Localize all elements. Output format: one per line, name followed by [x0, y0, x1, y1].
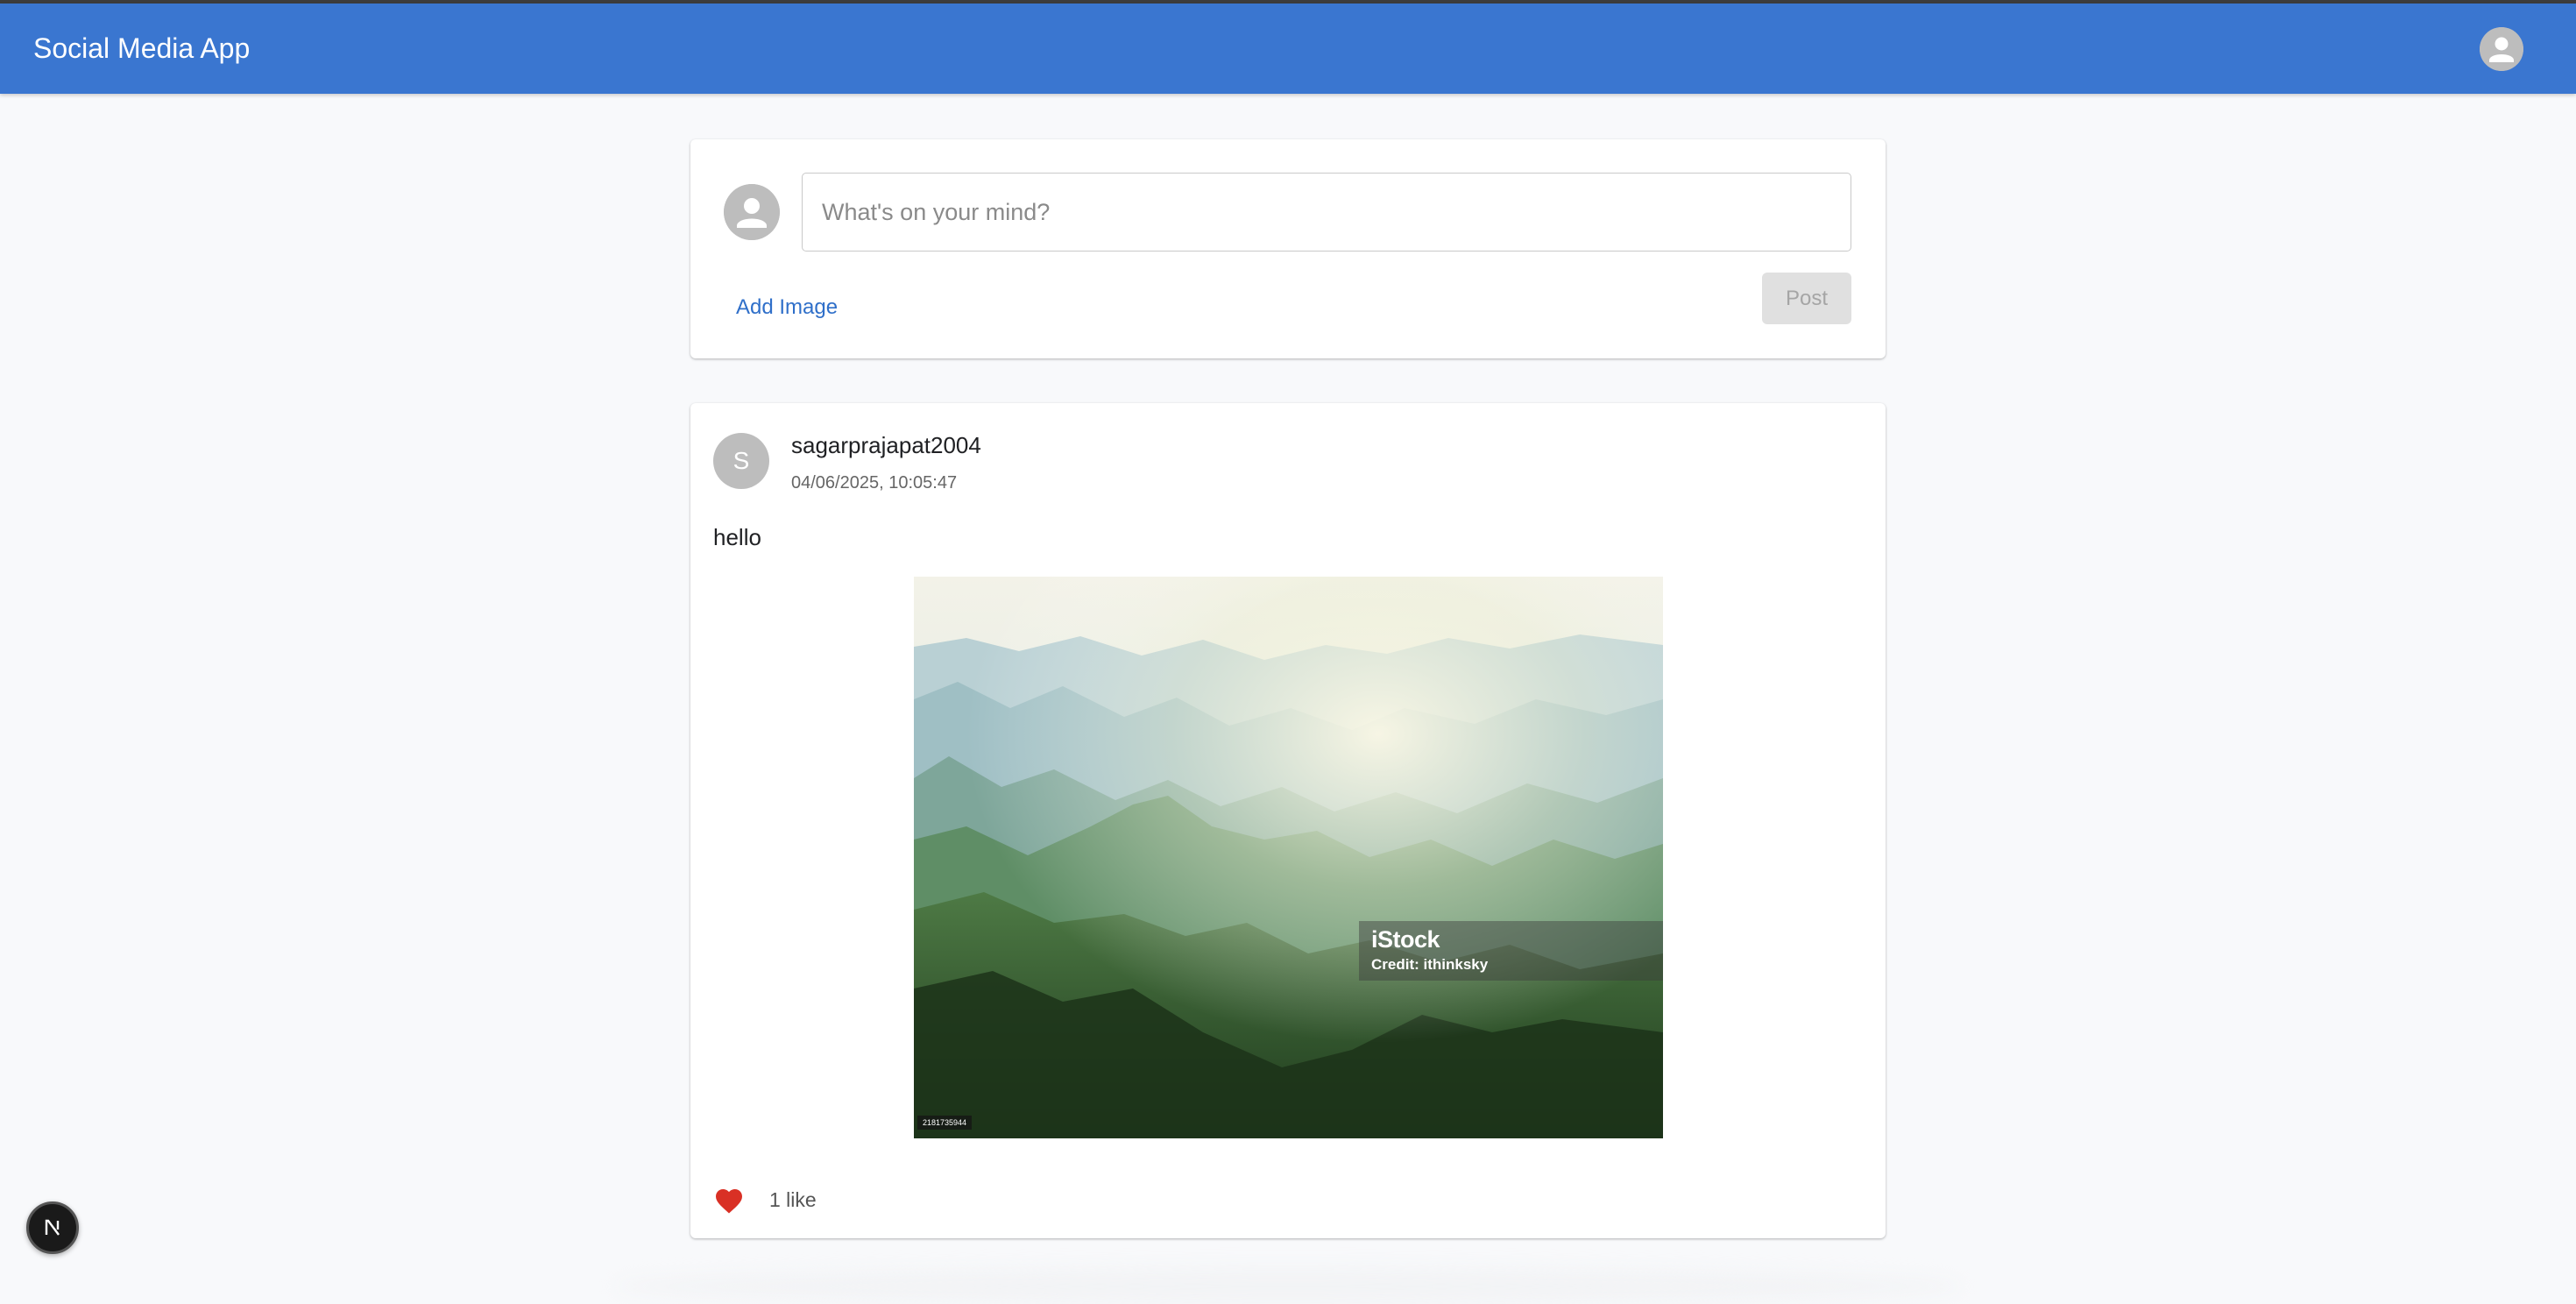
next-post-card-shadow — [613, 1269, 1963, 1304]
account-circle-icon — [2480, 27, 2523, 71]
post-timestamp: 04/06/2025, 10:05:47 — [791, 473, 958, 493]
like-count: 1 like — [769, 1188, 817, 1211]
mountain-landscape-image — [914, 577, 1663, 1138]
like-button[interactable] — [713, 1185, 745, 1215]
watermark: iStock Credit: ithinksky — [1359, 921, 1663, 981]
app-title: Social Media App — [33, 32, 251, 64]
app-bar: Social Media App — [0, 4, 2576, 94]
nextjs-logo-icon — [45, 1219, 60, 1236]
add-image-button[interactable]: Add Image — [736, 287, 838, 329]
account-avatar-button[interactable] — [2480, 27, 2523, 71]
post-card: S sagarprajapat2004 04/06/2025, 10:05:47… — [690, 403, 1886, 1238]
watermark-brand: iStock — [1371, 926, 1440, 953]
watermark-credit: Credit: ithinksky — [1371, 956, 1489, 973]
image-id-label: 2181735944 — [917, 1116, 973, 1130]
account-circle-icon — [724, 184, 780, 240]
nextjs-dev-badge[interactable] — [26, 1201, 79, 1254]
author-name: sagarprajapat2004 — [791, 432, 981, 458]
post-image: iStock Credit: ithinksky 2181735944 — [914, 577, 1663, 1138]
author-avatar: S — [713, 433, 769, 489]
post-text-input[interactable] — [802, 173, 1851, 252]
post-text: hello — [713, 524, 761, 550]
heart-icon — [716, 1189, 742, 1214]
post-button[interactable]: Post — [1762, 273, 1851, 324]
post-composer: Add Image Post — [690, 139, 1886, 358]
composer-avatar — [724, 184, 780, 240]
